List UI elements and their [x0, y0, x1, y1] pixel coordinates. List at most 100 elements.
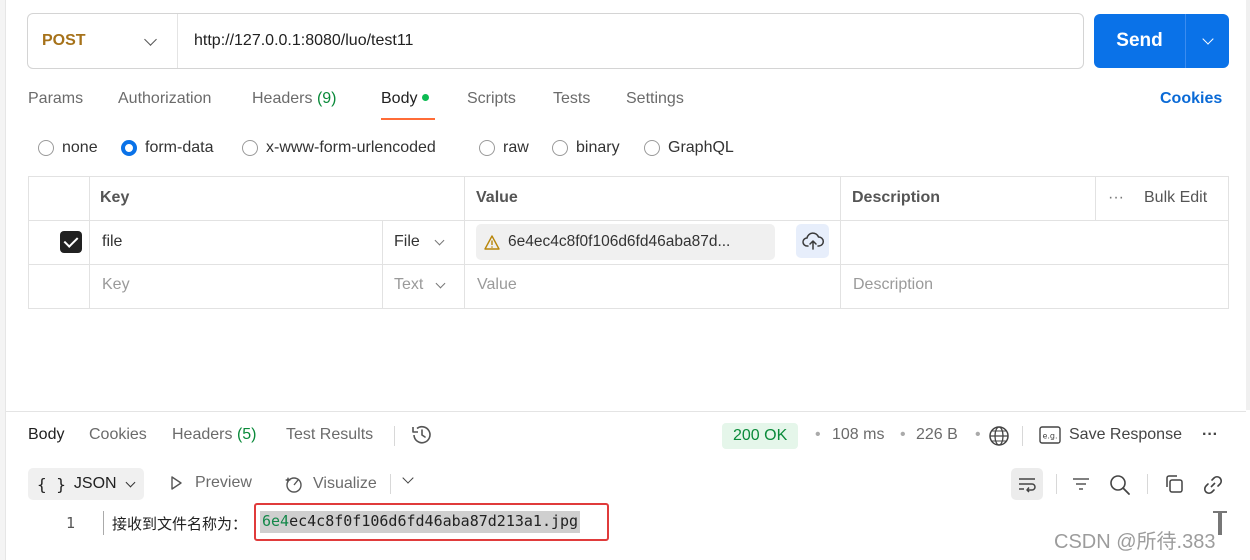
- row-key[interactable]: file: [102, 233, 122, 251]
- tab-settings[interactable]: Settings: [626, 90, 684, 108]
- radio-raw[interactable]: raw: [479, 139, 529, 157]
- radio-binary[interactable]: binary: [552, 139, 620, 157]
- table-divider: [464, 176, 465, 309]
- wrap-lines-icon: [1019, 478, 1036, 493]
- tab-authorization[interactable]: Authorization: [118, 90, 211, 108]
- search-icon[interactable]: [1109, 474, 1131, 496]
- bulk-edit-button[interactable]: Bulk Edit: [1144, 189, 1207, 207]
- radio-label: none: [62, 139, 98, 156]
- new-type-label: Text: [394, 276, 424, 293]
- annotation-highlight-box: [254, 503, 609, 541]
- new-key-input[interactable]: Key: [102, 276, 130, 294]
- cookies-link[interactable]: Cookies: [1160, 90, 1222, 108]
- radio-label: binary: [576, 139, 620, 156]
- radio-icon: [644, 140, 660, 156]
- table-divider: [382, 220, 383, 309]
- visualize-options-button[interactable]: [402, 472, 414, 484]
- separator: [1022, 426, 1023, 446]
- status-badge[interactable]: 200 OK: [722, 423, 799, 449]
- radio-icon: [242, 140, 258, 156]
- bullet-separator: •: [900, 426, 906, 443]
- table-divider: [89, 176, 90, 309]
- url-input[interactable]: http://127.0.0.1:8080/luo/test11: [178, 32, 413, 50]
- response-divider: [6, 411, 1246, 412]
- radio-graphql[interactable]: GraphQL: [644, 139, 734, 157]
- link-icon[interactable]: [1202, 474, 1224, 496]
- radio-form-data[interactable]: form-data: [121, 139, 213, 157]
- save-response-button[interactable]: e.g. Save Response: [1039, 426, 1182, 444]
- table-divider: [28, 264, 1229, 265]
- send-button[interactable]: Send: [1094, 14, 1185, 68]
- separator: [1147, 474, 1148, 494]
- cloud-upload-icon: [801, 232, 824, 250]
- response-tab-body[interactable]: Body: [28, 426, 64, 444]
- gutter-line: [103, 511, 104, 535]
- bullet-separator: •: [815, 426, 821, 443]
- send-options-button[interactable]: [1186, 14, 1229, 68]
- preview-button[interactable]: Preview: [168, 474, 252, 492]
- preview-label: Preview: [195, 474, 252, 491]
- new-description-input[interactable]: Description: [853, 276, 933, 294]
- response-time[interactable]: 108 ms: [832, 426, 884, 444]
- visualize-label: Visualize: [313, 475, 377, 492]
- response-tab-headers[interactable]: Headers (5): [172, 426, 257, 444]
- chevron-down-icon: [1201, 33, 1214, 45]
- example-icon: e.g.: [1039, 426, 1061, 444]
- more-options-icon[interactable]: ···: [1202, 426, 1218, 444]
- radio-icon: [552, 140, 568, 156]
- response-tab-cookies[interactable]: Cookies: [89, 426, 147, 444]
- response-size[interactable]: 226 B: [916, 426, 958, 444]
- response-tab-headers-label: Headers: [172, 426, 233, 443]
- visualize-icon: [285, 477, 302, 493]
- tab-body-label: Body: [381, 90, 418, 107]
- format-label: JSON: [73, 475, 117, 492]
- tab-body[interactable]: Body: [381, 90, 430, 108]
- table-divider: [1095, 176, 1096, 220]
- radio-label: x-www-form-urlencoded: [266, 139, 436, 156]
- globe-icon[interactable]: [988, 425, 1010, 447]
- chevron-down-icon: [434, 235, 445, 245]
- watermark: CSDN @所待.383: [1054, 531, 1216, 553]
- method-label: POST: [42, 32, 86, 49]
- more-options-icon[interactable]: ···: [1108, 189, 1124, 207]
- radio-label: form-data: [145, 139, 214, 156]
- column-header-value: Value: [476, 189, 518, 206]
- left-panel-edge: [0, 0, 6, 560]
- tab-headers-count: (9): [316, 90, 337, 107]
- response-tab-test-results[interactable]: Test Results: [286, 426, 373, 444]
- method-select[interactable]: POST: [28, 14, 178, 68]
- radio-label: raw: [503, 139, 529, 156]
- row-type-select[interactable]: File: [394, 233, 445, 251]
- response-line-prefix[interactable]: 接收到文件名称为：: [112, 513, 247, 534]
- radio-x-www-form-urlencoded[interactable]: x-www-form-urlencoded: [242, 139, 436, 157]
- new-type-select[interactable]: Text: [394, 276, 446, 294]
- chevron-down-icon: [144, 32, 157, 46]
- tab-headers[interactable]: Headers (9): [252, 90, 337, 108]
- visualize-button[interactable]: Visualize: [284, 474, 377, 494]
- file-chip[interactable]: 6e4ec4c8f0f106d6fd46aba87d...: [476, 224, 775, 260]
- format-select[interactable]: { } JSON: [28, 468, 144, 500]
- url-bar: POST http://127.0.0.1:8080/luo/test11: [27, 13, 1084, 69]
- upload-file-button[interactable]: [796, 224, 829, 258]
- history-icon[interactable]: [410, 424, 434, 446]
- copy-icon[interactable]: [1164, 474, 1184, 494]
- save-response-label: Save Response: [1069, 426, 1182, 443]
- filter-icon[interactable]: [1071, 474, 1091, 494]
- right-panel-edge: [1246, 0, 1250, 410]
- braces-icon: { }: [37, 474, 66, 494]
- svg-text:e.g.: e.g.: [1042, 432, 1057, 441]
- tab-tests[interactable]: Tests: [553, 90, 590, 108]
- row-enabled-checkbox[interactable]: [60, 231, 82, 253]
- radio-none[interactable]: none: [38, 139, 98, 157]
- active-dot-icon: [422, 94, 430, 101]
- line-number: 1: [66, 514, 76, 532]
- tab-scripts[interactable]: Scripts: [467, 90, 516, 108]
- radio-icon: [38, 140, 54, 156]
- new-value-input[interactable]: Value: [477, 276, 517, 294]
- column-header-description: Description: [852, 189, 941, 206]
- tab-params[interactable]: Params: [28, 90, 83, 108]
- wrap-lines-button[interactable]: [1011, 468, 1043, 500]
- table-divider: [28, 220, 1229, 221]
- bullet-separator: •: [975, 426, 981, 443]
- radio-icon: [479, 140, 495, 156]
